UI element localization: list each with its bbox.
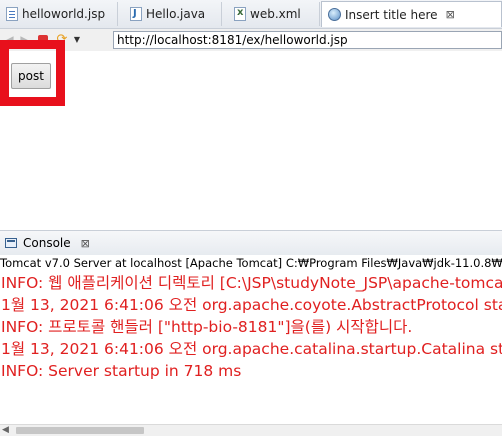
console-tab-title[interactable]: Console <box>23 236 71 250</box>
globe-icon <box>328 8 341 21</box>
chevron-down-icon[interactable]: ▼ <box>72 33 82 47</box>
jsp-file-icon <box>6 7 18 21</box>
log-line: INFO: 프로토콜 핸들러 ["http-bio-8181"]을(를) 시작합… <box>1 318 413 336</box>
forward-arrow-icon[interactable]: ▶ <box>18 33 32 47</box>
log-line: INFO: Server startup in 718 ms <box>1 362 242 380</box>
log-line: 1월 13, 2021 6:41:06 오전 org.apache.coyote… <box>1 296 502 314</box>
java-file-icon <box>130 7 142 21</box>
tab-helloworld-jsp[interactable]: helloworld.jsp <box>0 2 118 26</box>
browser-toolbar: ◀ ▶ ⟳ ▼ http://localhost:8181/ex/hellowo… <box>0 29 502 51</box>
scrollbar-thumb[interactable] <box>16 427 144 434</box>
refresh-icon[interactable]: ⟳ <box>54 33 70 47</box>
browser-page: post <box>0 51 502 229</box>
back-arrow-icon[interactable]: ◀ <box>2 33 16 47</box>
log-line: 1월 13, 2021 6:41:06 오전 org.apache.catali… <box>1 340 502 358</box>
log-line: INFO: 웹 애플리케이션 디렉토리 [C:\JSP\studyNote_JS… <box>1 274 502 292</box>
editor-tab-bar: helloworld.jsp Hello.java web.xml Insert… <box>0 0 502 29</box>
console-icon <box>5 238 17 248</box>
horizontal-scrollbar[interactable]: ◀ <box>0 424 502 436</box>
console-output: INFO: 웹 애플리케이션 디렉토리 [C:\JSP\studyNote_JS… <box>0 272 502 422</box>
console-process-description: Tomcat v7.0 Server at localhost [Apache … <box>0 255 502 271</box>
close-icon[interactable]: ⊠ <box>446 8 455 21</box>
tab-label: Hello.java <box>146 7 206 21</box>
url-input[interactable]: http://localhost:8181/ex/helloworld.jsp <box>113 31 502 49</box>
tab-hello-java[interactable]: Hello.java <box>124 2 222 26</box>
tab-insert-title-here[interactable]: Insert title here ⊠ <box>321 1 502 27</box>
tab-web-xml[interactable]: web.xml <box>228 2 320 26</box>
close-icon[interactable]: ⊠ <box>81 237 90 250</box>
console-view-header: Console ⊠ <box>0 230 502 256</box>
tab-label: web.xml <box>250 7 301 21</box>
xml-file-icon <box>234 7 246 21</box>
tab-label: Insert title here <box>345 7 438 22</box>
scroll-left-icon[interactable]: ◀ <box>2 425 9 436</box>
stop-icon[interactable] <box>38 35 48 45</box>
post-button[interactable]: post <box>11 63 51 89</box>
tab-label: helloworld.jsp <box>22 7 106 21</box>
